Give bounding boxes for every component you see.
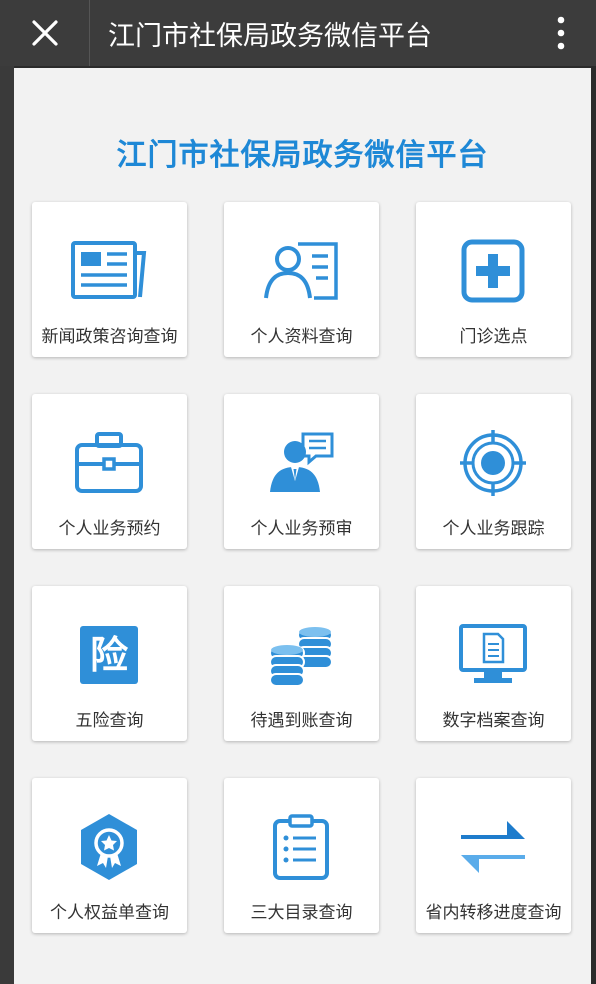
newspaper-icon [69, 236, 149, 306]
tile-label: 五险查询 [75, 711, 144, 731]
tile-label: 个人权益单查询 [50, 903, 169, 923]
tile-label: 门诊选点 [459, 327, 528, 347]
tile-business-appointment[interactable]: 个人业务预约 [32, 394, 187, 549]
clipboard-list-icon [261, 812, 341, 882]
top-bar: 江门市社保局政务微信平台 [0, 0, 596, 66]
tile-benefit-arrival[interactable]: 待遇到账查询 [224, 586, 379, 741]
window-title: 江门市社保局政务微信平台 [108, 20, 432, 52]
insurance-icon: 险 [69, 620, 149, 690]
tile-clinic-selection[interactable]: 门诊选点 [416, 202, 571, 357]
close-icon [31, 20, 58, 46]
tile-label: 个人业务预约 [58, 519, 161, 539]
tile-business-pre-review[interactable]: 个人业务预审 [224, 394, 379, 549]
tile-business-tracking[interactable]: 个人业务跟踪 [416, 394, 571, 549]
briefcase-icon [69, 428, 149, 498]
insurance-icon-glyph: 险 [90, 633, 129, 677]
tile-label: 数字档案查询 [442, 711, 545, 731]
service-grid: 新闻政策咨询查询 个人资料查询 门诊选点 个人业务预约 个人业务预审 个人业务跟… [32, 202, 571, 933]
agent-chat-icon [261, 428, 341, 498]
tile-personal-info[interactable]: 个人资料查询 [224, 202, 379, 357]
profile-card-icon [261, 236, 341, 306]
tile-five-insurances[interactable]: 险 五险查询 [32, 586, 187, 741]
content-sheet: 江门市社保局政务微信平台 新闻政策咨询查询 个人资料查询 门诊选点 个人业务预约… [14, 68, 591, 984]
transfer-arrows-icon [453, 812, 533, 882]
tile-digital-archive[interactable]: 数字档案查询 [416, 586, 571, 741]
tile-news-policy[interactable]: 新闻政策咨询查询 [32, 202, 187, 357]
more-vertical-icon [557, 16, 565, 50]
tile-personal-rights[interactable]: 个人权益单查询 [32, 778, 187, 933]
tile-label: 个人业务跟踪 [442, 519, 545, 539]
tile-label: 新闻政策咨询查询 [41, 327, 178, 347]
close-button[interactable] [0, 0, 90, 66]
badge-icon [69, 812, 149, 882]
tile-label: 个人业务预审 [250, 519, 353, 539]
target-icon [453, 428, 533, 498]
tile-label: 三大目录查询 [250, 903, 353, 923]
tile-transfer-progress[interactable]: 省内转移进度查询 [416, 778, 571, 933]
medical-plus-icon [453, 236, 533, 306]
tile-label: 个人资料查询 [250, 327, 353, 347]
page-title: 江门市社保局政务微信平台 [116, 138, 489, 173]
coins-icon [261, 620, 341, 690]
tile-label: 省内转移进度查询 [425, 903, 562, 923]
more-menu-button[interactable] [526, 0, 596, 66]
monitor-document-icon [453, 620, 533, 690]
tile-three-catalogs[interactable]: 三大目录查询 [224, 778, 379, 933]
tile-label: 待遇到账查询 [250, 711, 353, 731]
background-app-edge [0, 0, 14, 984]
